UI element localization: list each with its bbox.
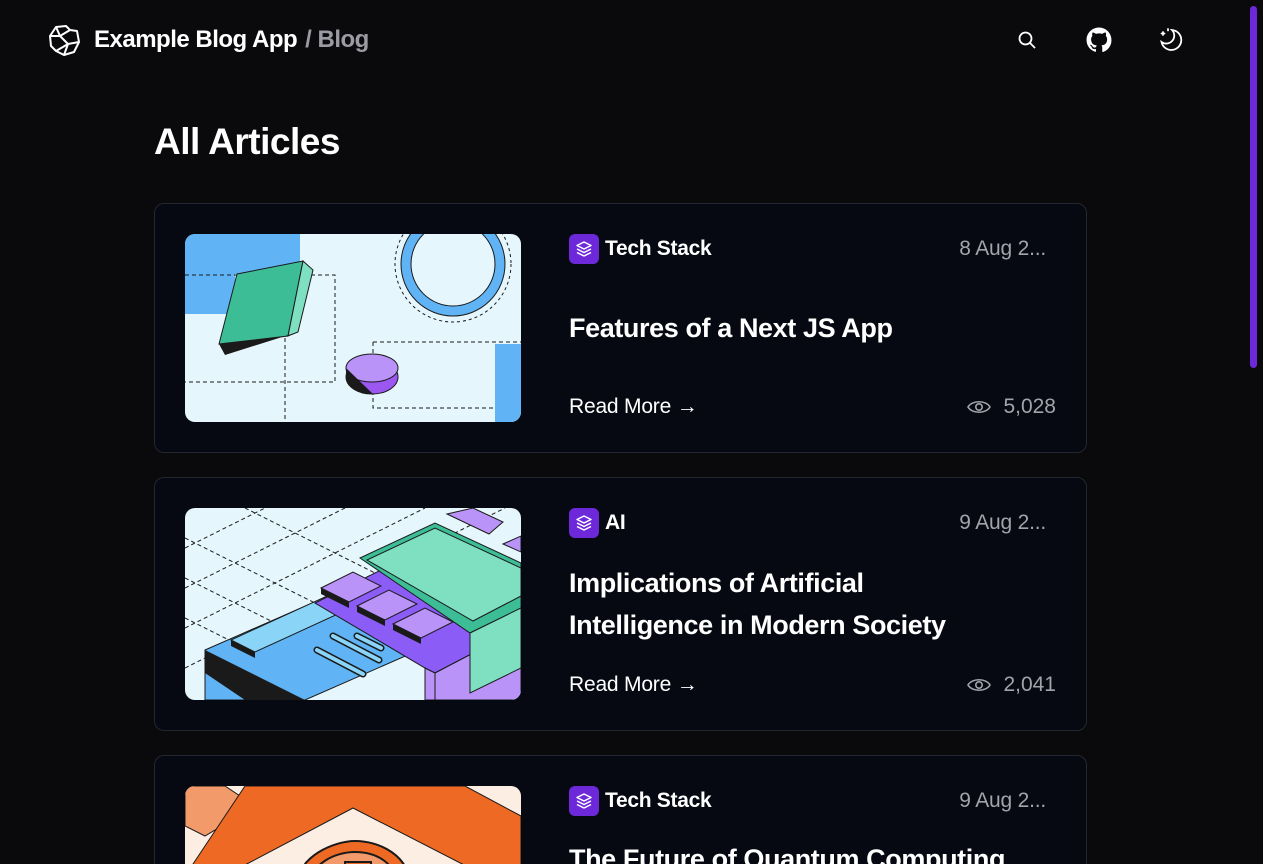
article-title[interactable]: Implications of Artificial Intelligence … xyxy=(569,562,989,646)
breadcrumb-section: Blog xyxy=(317,26,369,53)
category-badge[interactable]: Tech Stack xyxy=(569,786,712,816)
article-card[interactable]: AI 9 Aug 2... Implications of Artificial… xyxy=(154,477,1087,731)
article-title[interactable]: Features of a Next JS App xyxy=(569,307,989,349)
article-date: 9 Aug 2... xyxy=(959,789,1046,812)
category-label: Tech Stack xyxy=(605,237,712,260)
theme-toggle-button[interactable] xyxy=(1156,25,1186,55)
article-date: 9 Aug 2... xyxy=(959,511,1046,534)
layers-icon xyxy=(569,234,599,264)
page-title: All Articles xyxy=(154,121,340,162)
layers-icon xyxy=(569,508,599,538)
app-name: Example Blog App xyxy=(94,26,298,53)
github-icon xyxy=(1086,27,1112,53)
search-icon xyxy=(1018,31,1036,49)
category-badge[interactable]: AI xyxy=(569,508,626,538)
github-button[interactable] xyxy=(1084,25,1114,55)
logo-icon[interactable] xyxy=(46,22,82,58)
read-more-link[interactable]: Read More → xyxy=(569,673,698,697)
article-date: 8 Aug 2... xyxy=(959,237,1046,260)
article-card[interactable]: Tech Stack 9 Aug 2... The Future of Quan… xyxy=(154,755,1087,864)
view-count: 2,041 xyxy=(967,673,1056,697)
article-thumbnail xyxy=(185,234,521,422)
category-label: AI xyxy=(605,511,626,534)
top-nav: Example Blog App / Blog xyxy=(0,0,1245,82)
scrollbar-thumb[interactable] xyxy=(1250,6,1257,368)
view-count: 5,028 xyxy=(967,395,1056,419)
article-thumbnail xyxy=(185,508,521,700)
read-more-link[interactable]: Read More → xyxy=(569,395,698,419)
eye-icon xyxy=(967,400,992,414)
category-badge[interactable]: Tech Stack xyxy=(569,234,712,264)
article-thumbnail xyxy=(185,786,521,864)
theme-toggle-icon xyxy=(1160,28,1183,51)
view-count-value: 5,028 xyxy=(1003,395,1056,418)
search-button[interactable] xyxy=(1012,25,1042,55)
brand-title[interactable]: Example Blog App / Blog xyxy=(94,26,369,54)
category-label: Tech Stack xyxy=(605,789,712,812)
view-count-value: 2,041 xyxy=(1003,673,1056,696)
article-title[interactable]: The Future of Quantum Computing xyxy=(569,838,1049,864)
article-card[interactable]: Tech Stack 8 Aug 2... Features of a Next… xyxy=(154,203,1087,453)
eye-icon xyxy=(967,678,992,692)
breadcrumb-separator: / xyxy=(305,26,312,53)
layers-icon xyxy=(569,786,599,816)
